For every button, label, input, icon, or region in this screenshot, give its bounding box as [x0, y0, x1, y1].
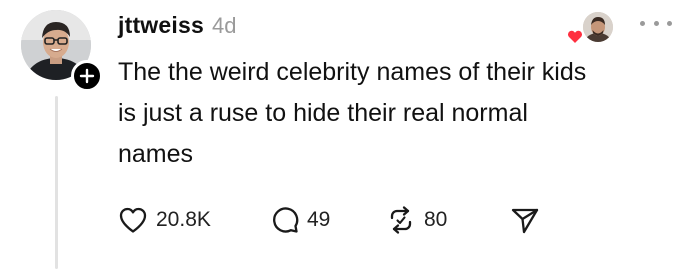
post-actions: 20.8K 49 80 — [118, 200, 638, 240]
author-avatar-container[interactable] — [21, 10, 103, 92]
repost-count: 80 — [424, 208, 448, 231]
comment-icon — [273, 207, 299, 233]
reply-count: 49 — [307, 208, 331, 231]
reply-button[interactable]: 49 — [271, 200, 330, 240]
timestamp[interactable]: 4d — [212, 13, 236, 39]
post-text-line: The the weird celebrity names of their k… — [118, 58, 587, 86]
liker-avatar[interactable] — [583, 12, 613, 42]
send-icon — [511, 208, 539, 234]
follow-button[interactable] — [71, 60, 103, 92]
username[interactable]: jttweiss — [118, 12, 204, 39]
more-icon[interactable] — [640, 12, 672, 34]
share-button[interactable] — [510, 200, 540, 240]
post-header: jttweiss 4d — [118, 12, 236, 39]
repost-button[interactable]: 80 — [386, 200, 447, 240]
post-text-line: is just a ruse to hide their real normal — [118, 99, 528, 127]
plus-icon — [79, 68, 95, 84]
post-text-line: names — [118, 140, 194, 168]
like-button[interactable]: 20.8K — [118, 200, 211, 240]
more-dot-icon — [667, 20, 672, 26]
more-dot-icon — [653, 20, 659, 26]
repost-icon — [390, 206, 412, 234]
like-count: 20.8K — [156, 208, 211, 231]
thread-connector-line — [55, 96, 58, 269]
thread-post: jttweiss 4d The the weird celebrity name… — [0, 0, 700, 269]
heart-icon — [119, 207, 147, 233]
post-text: The the weird celebrity names of their k… — [118, 52, 678, 175]
liked-heart-icon — [566, 29, 584, 45]
liker-photo-icon — [583, 12, 613, 42]
more-dot-icon — [640, 20, 645, 26]
